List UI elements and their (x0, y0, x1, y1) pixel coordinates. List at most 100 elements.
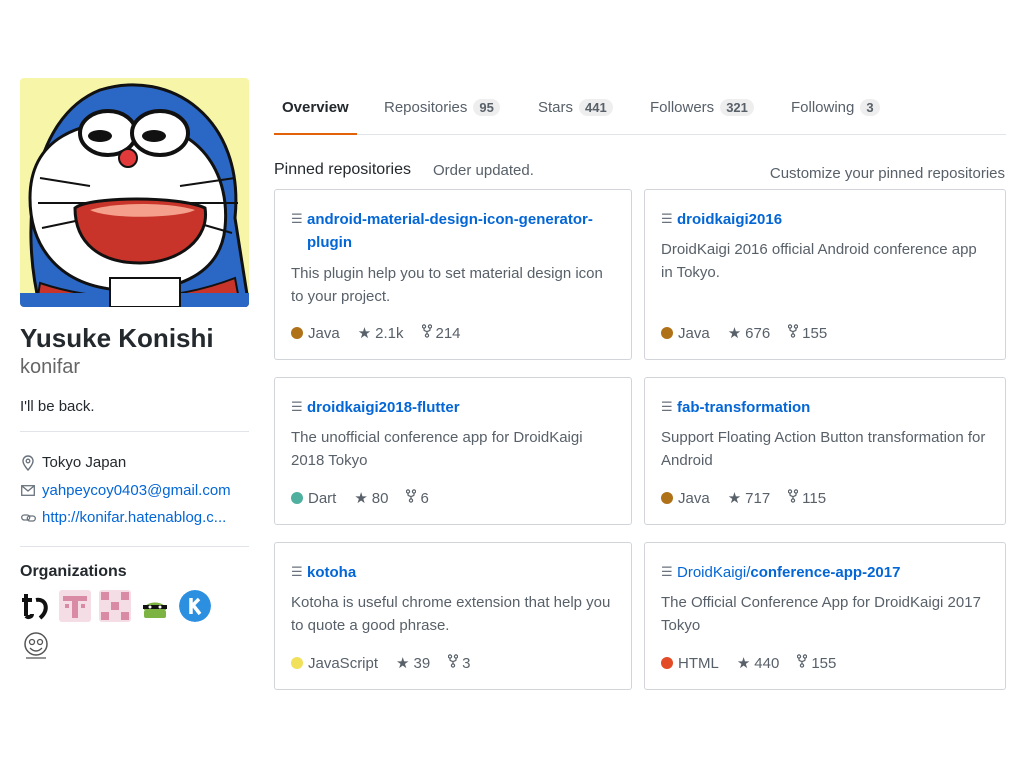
profile-email[interactable]: yahpeycoy0403@gmail.com (20, 482, 252, 499)
fork-count: 3 (462, 654, 471, 672)
repo-meta: Java ★ 676 155 (661, 324, 827, 342)
language-color-dot (291, 327, 303, 339)
divider (20, 431, 249, 432)
repo-icon: ☰ (661, 211, 673, 226)
repo-icon: ☰ (291, 399, 303, 414)
star-count: 676 (745, 324, 771, 342)
star-icon: ★ (357, 325, 372, 342)
repo-forks[interactable]: 155 (787, 324, 828, 342)
pinned-repo-card: ☰ DroidKaigi/conference-app-2017 The Off… (644, 542, 1006, 690)
tab-label: Following (791, 98, 855, 116)
profile-location: Tokyo Japan (20, 454, 252, 471)
language-color-dot (291, 492, 303, 504)
tab-counter: 441 (579, 98, 613, 116)
repo-stars[interactable]: ★ 717 (727, 489, 771, 508)
tab-followers[interactable]: Followers 321 (650, 80, 754, 134)
fork-count: 6 (420, 489, 429, 507)
location-pin-icon (20, 454, 36, 471)
fork-count: 155 (811, 654, 837, 672)
tab-counter: 95 (473, 98, 500, 116)
repo-name-link[interactable]: droidkaigi2016 (677, 208, 782, 231)
repo-name: conference-app-2017 (750, 564, 901, 581)
tab-label: Stars (538, 98, 574, 116)
profile-website[interactable]: http://konifar.hatenablog.c... (20, 509, 252, 526)
organizations-heading: Organizations (20, 563, 127, 580)
repo-meta: Java ★ 717 115 (661, 489, 826, 507)
language-color-dot (291, 657, 303, 669)
fork-count: 155 (802, 324, 828, 342)
repo-language: Java (678, 324, 710, 342)
org-avatar-k[interactable] (179, 590, 211, 622)
repo-name-link[interactable]: fab-transformation (677, 396, 810, 419)
repo-forks[interactable]: 6 (406, 489, 429, 507)
star-count: 2.1k (375, 324, 404, 342)
repo-forks[interactable]: 3 (447, 654, 471, 672)
repo-description: This plugin help you to set material des… (291, 265, 603, 305)
tab-counter: 3 (860, 98, 880, 116)
repo-icon: ☰ (661, 399, 673, 414)
repo-name-link[interactable]: droidkaigi2018-flutter (307, 396, 460, 419)
star-icon: ★ (354, 490, 368, 507)
repo-title-row: ☰ kotoha (291, 561, 617, 584)
repo-stars[interactable]: ★ 2.1k (357, 324, 404, 343)
fork-icon (447, 654, 459, 672)
star-icon: ★ (727, 490, 742, 507)
fork-icon (406, 489, 417, 507)
star-icon: ★ (396, 655, 410, 672)
repo-stars[interactable]: ★ 80 (354, 489, 388, 508)
repo-icon: ☰ (291, 564, 303, 579)
org-avatar-pink-pattern[interactable] (99, 590, 131, 622)
star-icon: ★ (727, 325, 742, 342)
repo-title-row: ☰ droidkaigi2016 (661, 208, 991, 231)
repo-forks[interactable]: 214 (421, 324, 461, 342)
language-color-dot (661, 327, 673, 339)
profile-tabs: Overview Repositories 95 Stars 441 Follo… (274, 80, 1006, 135)
repo-name-link[interactable]: DroidKaigi/conference-app-2017 (677, 561, 900, 584)
fork-icon (787, 489, 799, 507)
fork-icon (797, 654, 808, 672)
profile-fullname: Yusuke Konishi (20, 323, 214, 353)
email-link[interactable]: yahpeycoy0403@gmail.com (42, 482, 231, 499)
repo-name-link[interactable]: kotoha (307, 561, 356, 584)
repo-name: fab-transformation (677, 399, 811, 416)
star-count: 717 (745, 489, 771, 507)
star-count: 440 (754, 654, 780, 672)
tab-label: Repositories (384, 98, 468, 116)
repo-title-row: ☰ DroidKaigi/conference-app-2017 (661, 561, 991, 584)
org-avatar-sketch[interactable] (20, 630, 52, 662)
profile-bio: I'll be back. (20, 398, 95, 415)
repo-description: The Official Conference App for DroidKai… (661, 594, 981, 634)
divider (20, 546, 249, 547)
tab-overview[interactable]: Overview (274, 80, 357, 135)
profile-username: konifar (20, 356, 81, 378)
customize-pinned-link[interactable]: Customize your pinned repositories (770, 165, 1005, 182)
repo-meta: HTML ★ 440 155 (661, 654, 836, 672)
repo-owner: DroidKaigi/ (677, 564, 751, 581)
avatar[interactable] (20, 78, 249, 307)
repo-forks[interactable]: 155 (797, 654, 836, 672)
tab-repositories[interactable]: Repositories 95 (384, 80, 500, 134)
website-link[interactable]: http://konifar.hatenablog.c... (42, 509, 226, 526)
location-text: Tokyo Japan (42, 454, 127, 471)
pinned-repo-card: ☰ android-material-design-icon-generator… (274, 189, 632, 360)
tab-following[interactable]: Following 3 (791, 80, 880, 134)
repo-stars[interactable]: ★ 676 (727, 324, 771, 343)
org-avatar-tb[interactable] (20, 590, 52, 622)
repo-stars[interactable]: ★ 440 (736, 654, 780, 673)
tab-label: Followers (650, 98, 715, 116)
org-avatar-android[interactable] (139, 590, 171, 622)
org-avatar-pink-t[interactable] (59, 590, 91, 622)
repo-name: kotoha (307, 564, 357, 581)
language-color-dot (661, 492, 673, 504)
repo-icon: ☰ (291, 211, 303, 226)
star-icon: ★ (736, 655, 751, 672)
repo-stars[interactable]: ★ 39 (396, 654, 430, 673)
tab-stars[interactable]: Stars 441 (538, 80, 613, 134)
repo-meta: JavaScript ★ 39 3 (291, 654, 471, 672)
repo-name-link[interactable]: android-material-design-icon-generator-p… (307, 208, 617, 254)
tab-label: Overview (282, 98, 349, 116)
repo-title-row: ☰ android-material-design-icon-generator… (291, 208, 617, 254)
repo-meta: Java ★ 2.1k 214 (291, 324, 461, 342)
repo-language: Java (308, 324, 340, 342)
repo-forks[interactable]: 115 (787, 489, 826, 507)
